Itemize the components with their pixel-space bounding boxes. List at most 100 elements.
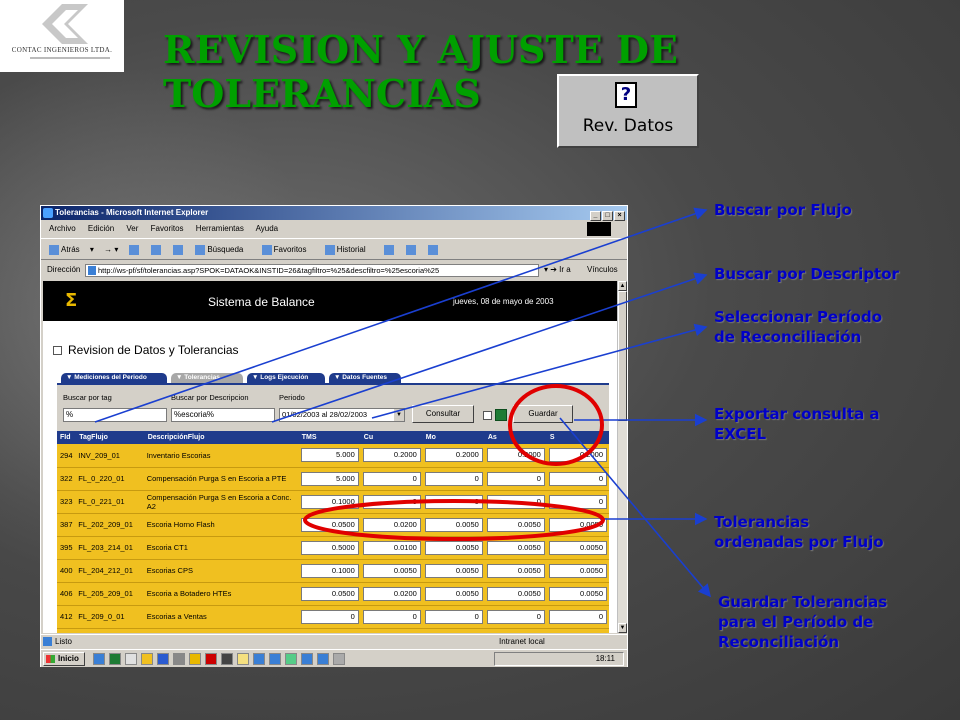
vertical-scrollbar[interactable]: ▲ ▼ xyxy=(617,281,627,633)
forward-button[interactable]: → ▾ xyxy=(104,245,118,254)
s-input[interactable]: 0.0050 xyxy=(548,517,607,532)
mail-button[interactable] xyxy=(383,244,396,255)
mo-input[interactable]: 0 xyxy=(424,609,483,624)
menu-edicion[interactable]: Edición xyxy=(88,224,114,233)
tab-logs[interactable]: ▼ Logs Ejecución xyxy=(247,373,325,383)
as-input[interactable]: 0 xyxy=(486,494,545,509)
s-input[interactable]: 0.0200 xyxy=(548,632,607,633)
stop-button[interactable] xyxy=(128,244,141,255)
mo-input[interactable]: 0.0050 xyxy=(424,517,483,532)
cu-input[interactable]: 0 xyxy=(362,494,421,509)
word-launch-icon[interactable] xyxy=(157,653,169,665)
tab-datos-fuentes[interactable]: ▼ Datos Fuentes xyxy=(329,373,401,383)
app-icon[interactable] xyxy=(173,653,185,665)
acrobat-icon[interactable] xyxy=(205,653,217,665)
tms-input[interactable]: 0.1000 xyxy=(300,494,359,509)
search-button[interactable]: Búsqueda xyxy=(195,244,251,255)
tms-input[interactable]: 0.0500 xyxy=(300,586,359,601)
menu-ayuda[interactable]: Ayuda xyxy=(256,224,279,233)
task-icon[interactable] xyxy=(285,653,297,665)
mo-input[interactable]: 0.0050 xyxy=(424,540,483,555)
mo-input[interactable]: 0.0050 xyxy=(424,563,483,578)
as-input[interactable]: 0 xyxy=(486,471,545,486)
ie-launch-icon[interactable] xyxy=(93,653,105,665)
minimize-button[interactable]: _ xyxy=(590,211,601,221)
guardar-button[interactable]: Guardar xyxy=(513,405,573,423)
rev-datos-button[interactable]: ? Rev. Datos xyxy=(557,74,699,148)
cu-input[interactable]: 0 xyxy=(362,471,421,486)
address-input[interactable]: http://ws-pf/sf/tolerancias.asp?SPOK=DAT… xyxy=(85,264,539,277)
favorites-button[interactable]: Favoritos xyxy=(261,244,315,255)
desc-search-input[interactable]: %escoria% xyxy=(171,408,275,422)
ie-task2-icon[interactable] xyxy=(269,653,281,665)
menu-ver[interactable]: Ver xyxy=(126,224,138,233)
notepad-icon[interactable] xyxy=(237,653,249,665)
close-button[interactable]: × xyxy=(614,211,625,221)
scroll-down-icon[interactable]: ▼ xyxy=(618,623,627,633)
tms-input[interactable]: 0.5000 xyxy=(300,540,359,555)
s-input[interactable]: 0.0050 xyxy=(548,563,607,578)
ie-task3-icon[interactable] xyxy=(301,653,313,665)
back-button[interactable]: Atrás ▾ xyxy=(49,244,94,255)
menu-archivo[interactable]: Archivo xyxy=(49,224,76,233)
as-input[interactable]: 0.2000 xyxy=(486,448,545,463)
history-button[interactable]: Historial xyxy=(324,244,374,255)
tms-input[interactable]: 0.1000 xyxy=(300,563,359,578)
ie-task-icon[interactable] xyxy=(253,653,265,665)
cu-input[interactable]: 0.0100 xyxy=(362,632,421,633)
menu-herramientas[interactable]: Herramientas xyxy=(196,224,244,233)
consultar-button[interactable]: Consultar xyxy=(412,405,474,423)
export-excel-checkbox[interactable] xyxy=(483,411,492,420)
tab-mediciones[interactable]: ▼ Mediciones del Periodo xyxy=(61,373,167,383)
mo-input[interactable]: 0 xyxy=(424,494,483,509)
sigma-app-icon[interactable] xyxy=(189,653,201,665)
maximize-button[interactable]: □ xyxy=(602,211,613,221)
as-input[interactable]: 0 xyxy=(486,609,545,624)
tab-tolerancias[interactable]: ▼ Tolerancias xyxy=(171,373,243,383)
s-input[interactable]: 0.2000 xyxy=(548,448,607,463)
cu-input[interactable]: 0.2000 xyxy=(362,448,421,463)
cu-input[interactable]: 0.0050 xyxy=(362,563,421,578)
tms-input[interactable]: 5.000 xyxy=(300,448,359,463)
tms-input[interactable]: 0.0010 xyxy=(300,632,359,633)
print-button[interactable] xyxy=(406,244,418,255)
menu-favoritos[interactable]: Favoritos xyxy=(151,224,184,233)
mo-input[interactable]: 0.0200 xyxy=(424,632,483,633)
start-button[interactable]: Inicio xyxy=(43,652,85,666)
task2-icon[interactable] xyxy=(333,653,345,665)
go-button[interactable]: ▾ ➔ Ir a xyxy=(544,261,571,279)
scroll-up-icon[interactable]: ▲ xyxy=(618,281,627,291)
as-input[interactable]: 0.0200 xyxy=(486,632,545,633)
links-button[interactable]: Vínculos xyxy=(587,261,618,279)
tms-input[interactable]: 5.000 xyxy=(300,471,359,486)
as-input[interactable]: 0.0050 xyxy=(486,540,545,555)
refresh-button[interactable] xyxy=(150,244,163,255)
tag-search-input[interactable]: % xyxy=(63,408,167,422)
s-input[interactable]: 0.0050 xyxy=(548,540,607,555)
mo-input[interactable]: 0 xyxy=(424,471,483,486)
cu-input[interactable]: 0.0100 xyxy=(362,540,421,555)
s-input[interactable]: 0 xyxy=(548,609,607,624)
as-input[interactable]: 0.0050 xyxy=(486,586,545,601)
tms-input[interactable]: 0 xyxy=(300,609,359,624)
folder-icon[interactable] xyxy=(141,653,153,665)
mo-input[interactable]: 0.0050 xyxy=(424,586,483,601)
s-input[interactable]: 0 xyxy=(548,494,607,509)
tms-input[interactable]: 0.0500 xyxy=(300,517,359,532)
as-input[interactable]: 0.0050 xyxy=(486,517,545,532)
cu-input[interactable]: 0 xyxy=(362,609,421,624)
ie-task4-icon[interactable] xyxy=(317,653,329,665)
excel-launch-icon[interactable] xyxy=(109,653,121,665)
as-input[interactable]: 0.0050 xyxy=(486,563,545,578)
period-select[interactable]: 01/02/2003 al 28/02/2003 ▼ xyxy=(279,408,405,422)
home-button[interactable] xyxy=(173,244,185,255)
scroll-thumb[interactable] xyxy=(618,291,627,421)
cmd-icon[interactable] xyxy=(221,653,233,665)
cu-input[interactable]: 0.0200 xyxy=(362,586,421,601)
desktop-icon[interactable] xyxy=(125,653,137,665)
mo-input[interactable]: 0.2000 xyxy=(424,448,483,463)
s-input[interactable]: 0.0050 xyxy=(548,586,607,601)
cu-input[interactable]: 0.0200 xyxy=(362,517,421,532)
s-input[interactable]: 0 xyxy=(548,471,607,486)
edit-button[interactable] xyxy=(428,244,440,255)
